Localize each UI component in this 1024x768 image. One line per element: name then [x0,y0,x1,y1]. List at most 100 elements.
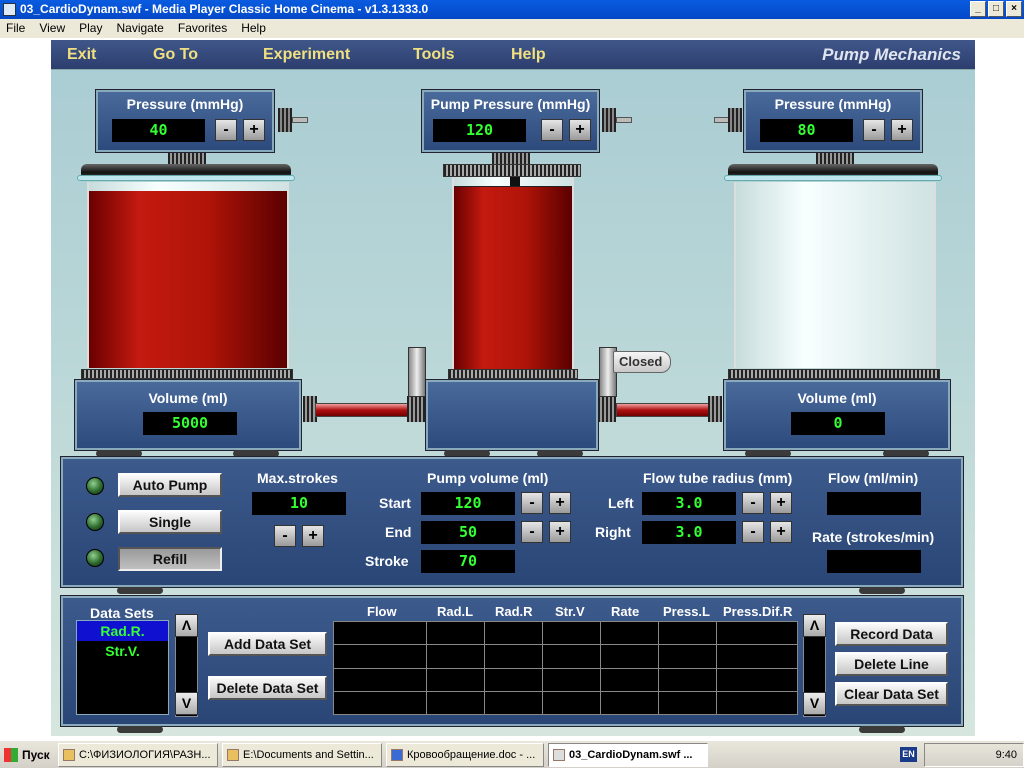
record-data-button[interactable]: Record Data [835,622,948,646]
table-row [333,690,798,716]
nav-help[interactable]: Help [511,46,546,64]
right-flow-tube [616,403,711,417]
menu-play[interactable]: Play [79,19,102,38]
left-coupler [168,153,206,164]
data-set-item[interactable]: Str.V. [77,641,168,661]
max-strokes-display: 10 [252,492,346,515]
left-foot-1 [96,450,142,457]
right-radius-plus-button[interactable]: + [770,521,792,543]
right-radius-minus-button[interactable]: - [742,521,764,543]
start-minus-button[interactable]: - [521,492,543,514]
max-strokes-plus-button[interactable]: + [302,525,324,547]
table-row [333,667,798,692]
right-pressure-plus-button[interactable]: + [891,119,913,141]
system-tray: 9:40 [924,743,1024,767]
minimize-button[interactable]: _ [970,1,986,17]
left-radius-plus-button[interactable]: + [770,492,792,514]
rate-label: Rate (strokes/min) [812,529,935,545]
right-coupler [816,153,854,164]
left-cap-ring [77,175,295,181]
taskbar-item-label: E:\Documents and Settin... [243,749,374,761]
flow-label: Flow (ml/min) [828,470,919,486]
left-volume-display: 5000 [143,412,237,435]
col-flow: Flow [367,604,397,619]
panel-foot-2 [859,587,905,594]
add-data-set-button[interactable]: Add Data Set [208,632,327,656]
col-str-v: Str.V [555,604,585,619]
pump-pressure-plus-button[interactable]: + [569,119,591,141]
left-foot-2 [233,450,279,457]
left-valve-coupler [407,396,425,422]
auto-pump-button[interactable]: Auto Pump [118,473,222,497]
max-strokes-minus-button[interactable]: - [274,525,296,547]
menu-file[interactable]: File [6,19,25,38]
left-volume-base: Volume (ml) 5000 [75,380,301,450]
start-button[interactable]: Пуск [2,744,52,766]
right-foot-2 [883,450,929,457]
left-valve[interactable] [408,347,426,397]
pump-foot-2 [537,450,583,457]
data-table-scroll-down-button[interactable]: V [803,692,826,715]
menu-navigate[interactable]: Navigate [116,19,163,38]
pump-foot-1 [444,450,490,457]
data-sets-scroll-down-button[interactable]: V [175,692,198,715]
close-button[interactable]: × [1006,1,1022,17]
nav-experiment[interactable]: Experiment [263,46,350,64]
left-pressure-minus-button[interactable]: - [215,119,237,141]
left-knob-stem [292,117,308,123]
data-set-item[interactable]: Rad.R. [77,621,168,641]
delete-data-set-button[interactable]: Delete Data Set [208,676,327,700]
data-sets-scroll-up-button[interactable]: Λ [175,614,198,637]
pump-rim [448,369,578,379]
right-pressure-gauge: Pressure (mmHg) 80 - + [744,90,922,152]
end-minus-button[interactable]: - [521,521,543,543]
col-press-l: Press.L [663,604,710,619]
pump-pressure-minus-button[interactable]: - [541,119,563,141]
data-table [333,620,798,716]
taskbar-item[interactable]: C:\ФИЗИОЛОГИЯ\РАЗН... [58,743,218,767]
left-pressure-knob[interactable] [278,108,292,132]
data-panel-foot-1 [117,726,163,733]
taskbar-item-active[interactable]: 03_CardioDynam.swf ... [548,743,708,767]
start-plus-button[interactable]: + [549,492,571,514]
nav-goto[interactable]: Go To [153,46,198,64]
max-strokes-label: Max.strokes [257,470,338,486]
left-beaker [87,182,289,368]
end-plus-button[interactable]: + [549,521,571,543]
taskbar-item[interactable]: Кровообращение.doc - ... [386,743,544,767]
nav-exit[interactable]: Exit [67,46,96,64]
right-valve-coupler [598,396,616,422]
top-nav: Exit Go To Experiment Tools Help Pump Me… [51,40,975,70]
right-beaker-rim [728,369,940,379]
pump-pressure-label: Pump Pressure (mmHg) [430,96,591,112]
right-beaker [734,182,936,368]
pump-base [426,380,598,450]
stroke-label: Stroke [365,553,409,569]
nav-tools[interactable]: Tools [413,46,454,64]
delete-line-button[interactable]: Delete Line [835,652,948,676]
menu-view[interactable]: View [39,19,65,38]
left-pressure-plus-button[interactable]: + [243,119,265,141]
refill-led [86,549,104,567]
menu-favorites[interactable]: Favorites [178,19,227,38]
table-row [333,620,798,646]
col-rate: Rate [611,604,640,619]
language-indicator[interactable]: EN [900,747,917,762]
right-pressure-minus-button[interactable]: - [863,119,885,141]
menu-help[interactable]: Help [241,19,266,38]
data-table-scroll-up-button[interactable]: Λ [803,614,826,637]
clear-data-set-button[interactable]: Clear Data Set [835,682,948,706]
maximize-button[interactable]: □ [988,1,1004,17]
pump-pressure-display: 120 [433,119,526,142]
single-led [86,513,104,531]
pump-pressure-knob[interactable] [602,108,616,132]
right-pressure-knob[interactable] [728,108,742,132]
window-title: 03_CardioDynam.swf - Media Player Classi… [20,2,429,16]
left-volume-label: Volume (ml) [148,390,228,406]
single-button[interactable]: Single [118,510,222,534]
brand-title: Pump Mechanics [822,45,961,64]
left-radius-minus-button[interactable]: - [742,492,764,514]
refill-button[interactable]: Refill [118,547,222,571]
taskbar-item[interactable]: E:\Documents and Settin... [222,743,382,767]
col-press-dif-r: Press.Dif.R [723,604,793,619]
